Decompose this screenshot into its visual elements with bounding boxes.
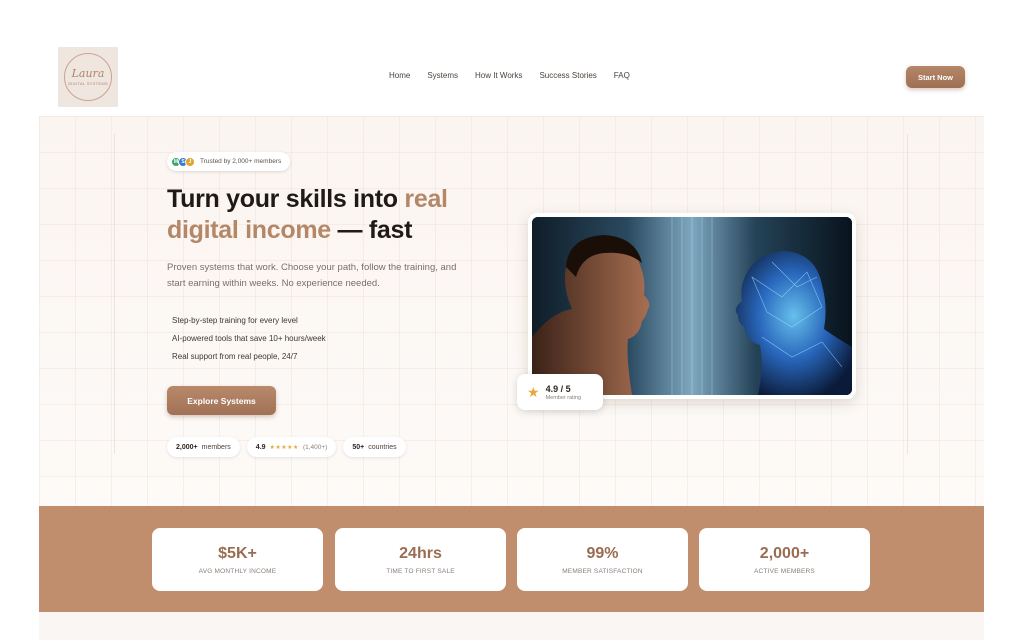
feature-item: AI-powered tools that save 10+ hours/wee… bbox=[172, 334, 326, 343]
feature-item: Real support from real people, 24/7 bbox=[172, 352, 298, 361]
hero-subtext: Proven systems that work. Choose your pa… bbox=[167, 262, 457, 289]
trusted-text: Trusted by 2,000+ members bbox=[200, 158, 282, 165]
start-now-button[interactable]: Start Now bbox=[906, 66, 965, 88]
members-pill: 2,000+ members bbox=[167, 437, 240, 457]
rating-value: 4.9 bbox=[255, 443, 266, 451]
main-nav: Home Systems How It Works Success Storie… bbox=[389, 71, 630, 80]
stat-label: AVG MONTHLY INCOME bbox=[198, 567, 277, 575]
rating-card-text: 4.9 / 5 Member rating bbox=[546, 384, 581, 401]
stat-card: 99% MEMBER SATISFACTION bbox=[517, 528, 688, 591]
rating-card-value: 4.9 / 5 bbox=[545, 383, 571, 394]
next-section-edge bbox=[39, 612, 984, 640]
rating-pill: 4.9 ★★★★★ (1,400+) bbox=[246, 437, 337, 457]
logo-ring: Laura DIGITAL SYSTEMS bbox=[64, 53, 112, 101]
trusted-badge: M S J Trusted by 2,000+ members bbox=[167, 152, 291, 171]
brand-logo[interactable]: Laura DIGITAL SYSTEMS bbox=[58, 47, 118, 107]
hero-section: M S J Trusted by 2,000+ members Turn you… bbox=[39, 116, 984, 506]
stat-value: 2,000+ bbox=[759, 544, 810, 562]
star-icon: ★★★★★ bbox=[269, 444, 299, 451]
stat-card: 2,000+ ACTIVE MEMBERS bbox=[699, 528, 870, 591]
stat-card: 24hrs TIME TO FIRST SALE bbox=[335, 528, 506, 591]
members-label: members bbox=[201, 443, 231, 451]
rating-card-label: Member rating bbox=[545, 394, 582, 401]
stat-value: 24hrs bbox=[399, 544, 442, 562]
stat-label: TIME TO FIRST SALE bbox=[386, 567, 455, 575]
feature-item: Step-by-step training for every level bbox=[172, 316, 298, 325]
nav-faq[interactable]: FAQ bbox=[614, 71, 630, 80]
woman-and-ai-illustration bbox=[532, 217, 852, 395]
stat-label: ACTIVE MEMBERS bbox=[754, 567, 815, 575]
avatar: J bbox=[185, 156, 195, 167]
hero-headline: Turn your skills into real digital incom… bbox=[167, 184, 507, 246]
site-header: Laura DIGITAL SYSTEMS Home Systems How I… bbox=[0, 0, 1024, 116]
members-value: 2,000+ bbox=[176, 443, 198, 451]
stat-value: $5K+ bbox=[218, 544, 257, 562]
member-avatars: M S J bbox=[171, 156, 195, 167]
stats-band: $5K+ AVG MONTHLY INCOME 24hrs TIME TO FI… bbox=[39, 506, 984, 612]
landing-page: Laura DIGITAL SYSTEMS Home Systems How I… bbox=[0, 0, 1024, 640]
explore-systems-button[interactable]: Explore Systems bbox=[167, 386, 276, 415]
feature-list: Step-by-step training for every level AI… bbox=[172, 316, 326, 361]
nav-how-it-works[interactable]: How It Works bbox=[475, 71, 522, 80]
countries-label: countries bbox=[368, 443, 397, 451]
hero-image-card bbox=[528, 213, 856, 399]
countries-value: 50+ bbox=[352, 443, 365, 451]
hero-divider-left bbox=[114, 134, 115, 454]
logo-subtext: DIGITAL SYSTEMS bbox=[68, 81, 108, 86]
nav-success-stories[interactable]: Success Stories bbox=[539, 71, 596, 80]
social-proof-pills: 2,000+ members 4.9 ★★★★★ (1,400+) 50+ co… bbox=[167, 437, 406, 457]
hero-divider-right bbox=[907, 134, 908, 454]
rating-count: (1,400+) bbox=[302, 443, 328, 451]
hero-image bbox=[532, 217, 852, 395]
headline-part-2: — fast bbox=[330, 216, 413, 244]
rating-card: ★ 4.9 / 5 Member rating bbox=[517, 374, 603, 410]
star-icon: ★ bbox=[527, 384, 540, 400]
headline-part-1: Turn your skills into bbox=[167, 185, 405, 213]
logo-text: Laura bbox=[71, 67, 105, 80]
nav-systems[interactable]: Systems bbox=[427, 71, 458, 80]
stat-value: 99% bbox=[586, 544, 619, 562]
stat-label: MEMBER SATISFACTION bbox=[562, 567, 643, 575]
nav-home[interactable]: Home bbox=[389, 71, 410, 80]
stat-card: $5K+ AVG MONTHLY INCOME bbox=[152, 528, 323, 591]
countries-pill: 50+ countries bbox=[343, 437, 406, 457]
